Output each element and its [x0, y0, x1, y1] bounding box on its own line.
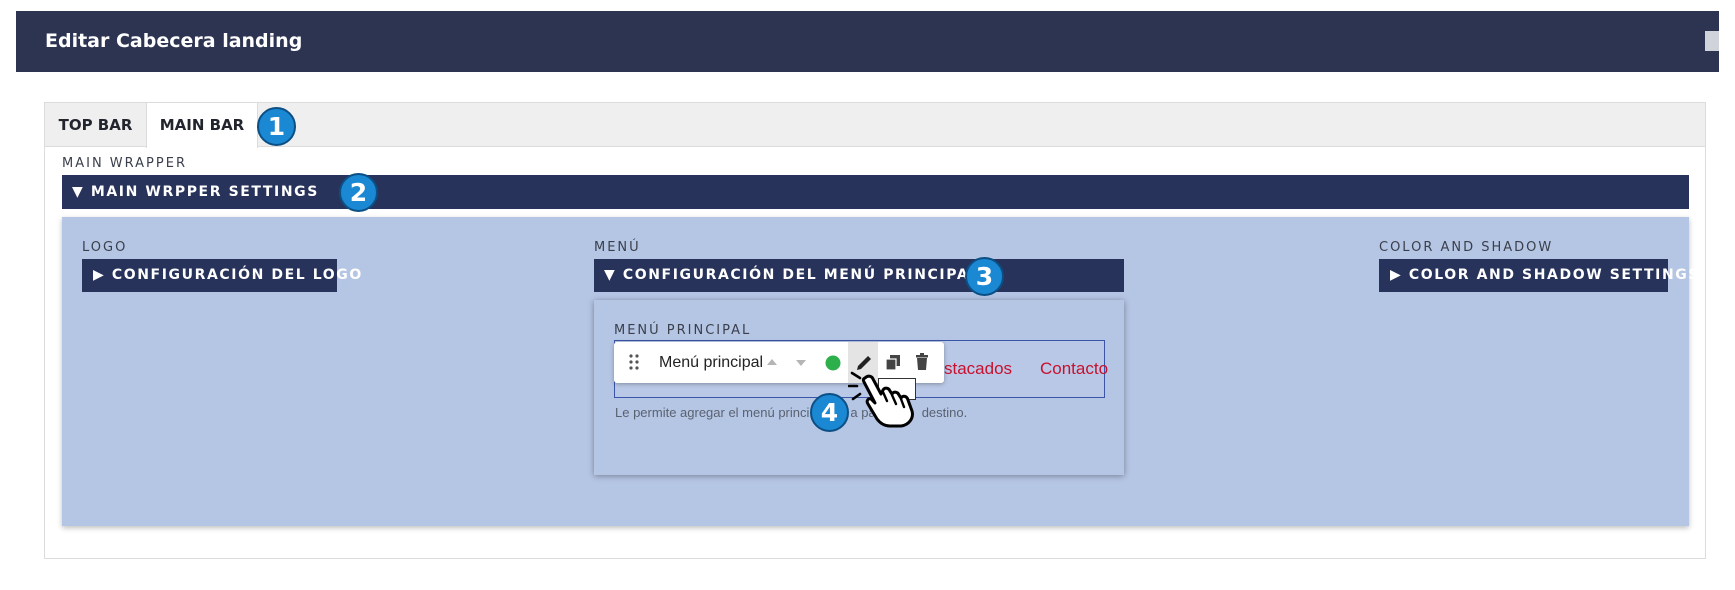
main-wrapper-settings-toggle[interactable]: ▼ MAIN WRPPER SETTINGS	[62, 175, 1689, 209]
main-wrapper-label: MAIN WRAPPER	[62, 156, 187, 171]
drag-handle-icon[interactable]	[628, 342, 646, 383]
hand-pointer-icon	[847, 366, 918, 428]
step-badge-1: 1	[257, 107, 296, 146]
page-header: Editar Cabecera landing	[16, 11, 1719, 72]
step-badge-4: 4	[810, 393, 849, 432]
tab-top-bar[interactable]: TOP BAR	[45, 103, 146, 148]
logo-label: LOGO	[82, 240, 128, 255]
step-badge-3: 3	[965, 257, 1004, 296]
help-text-start: Le permite agregar el menú princi	[615, 405, 810, 420]
toolbar-block-label: Menú principal	[659, 354, 764, 371]
color-shadow-settings-toggle[interactable]: ▶ COLOR AND SHADOW SETTINGS	[1379, 259, 1698, 292]
status-dot-icon[interactable]	[824, 342, 844, 383]
color-shadow-label: COLOR AND SHADOW	[1379, 240, 1554, 255]
tab-main-bar[interactable]: MAIN BAR	[146, 103, 258, 148]
menu-link-contacto[interactable]: Contacto	[1040, 359, 1108, 379]
arrow-down-icon[interactable]	[794, 342, 812, 383]
logo-settings-toggle[interactable]: ▶ CONFIGURACIÓN DEL LOGO	[82, 259, 361, 292]
menu-settings-toggle[interactable]: ▼ CONFIGURACIÓN DEL MENÚ PRINCIPAL	[594, 259, 1124, 292]
header-handle[interactable]	[1705, 31, 1719, 51]
step-badge-2: 2	[339, 173, 378, 212]
menu-label: MENÚ	[594, 240, 641, 255]
menu-link-destacados[interactable]: stacados	[944, 359, 1012, 379]
page-title: Editar Cabecera landing	[45, 30, 303, 52]
arrow-up-icon[interactable]	[765, 342, 783, 383]
menu-principal-label: MENÚ PRINCIPAL	[614, 323, 752, 338]
help-text-end: destino.	[921, 405, 968, 420]
